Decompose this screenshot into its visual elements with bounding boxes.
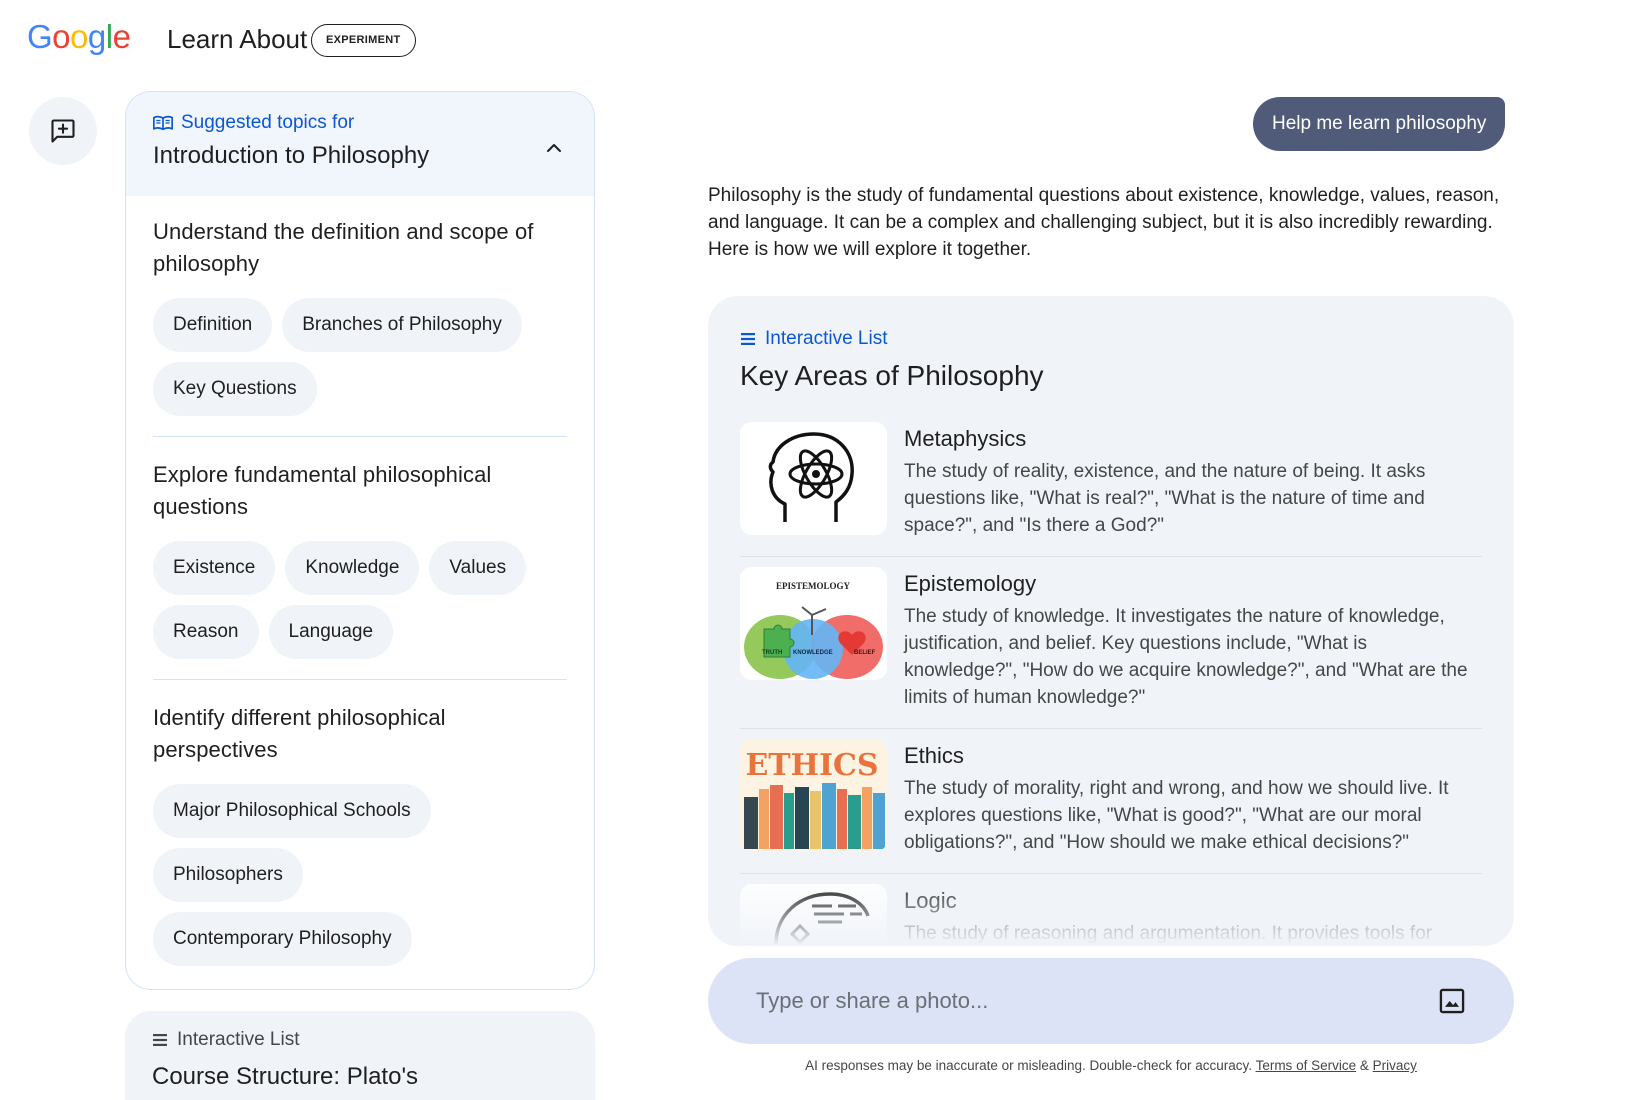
book-icon bbox=[153, 115, 173, 131]
chip-values[interactable]: Values bbox=[429, 541, 527, 595]
suggested-topics-body: Understand the definition and scope of p… bbox=[126, 196, 594, 986]
chip-reason[interactable]: Reason bbox=[153, 605, 259, 659]
item-description: The study of reality, existence, and the… bbox=[904, 461, 1426, 536]
chip-key-questions[interactable]: Key Questions bbox=[153, 362, 317, 416]
epistemology-thumbnail: EPISTEMOLOGY TRUTH KNOWLEDGE BELIEF bbox=[740, 567, 887, 680]
section-heading: Identify different philosophical perspec… bbox=[153, 705, 446, 762]
item-description: The study of morality, right and wrong, … bbox=[904, 778, 1449, 853]
thumb-label: BELIEF bbox=[854, 650, 876, 656]
privacy-link[interactable]: Privacy bbox=[1373, 1058, 1417, 1073]
interactive-list-title: Key Areas of Philosophy bbox=[740, 360, 1044, 391]
interactive-list-items: Metaphysics The study of reality, existe… bbox=[740, 412, 1482, 946]
suggested-topics-label: Suggested topics for bbox=[181, 112, 355, 133]
topic-section: Understand the definition and scope of p… bbox=[153, 216, 567, 437]
chip-language[interactable]: Language bbox=[268, 605, 394, 659]
logic-head-icon bbox=[774, 892, 870, 945]
chevron-up-icon[interactable] bbox=[542, 136, 566, 160]
item-name: Logic bbox=[904, 888, 957, 913]
section-heading: Understand the definition and scope of p… bbox=[153, 219, 534, 276]
experiment-badge: EXPERIMENT bbox=[311, 24, 416, 57]
ethics-thumbnail: ETHICS bbox=[740, 739, 887, 852]
logo-letter: o bbox=[52, 18, 71, 55]
chip-group: Major Philosophical Schools Philosophers… bbox=[153, 784, 567, 966]
message-input[interactable] bbox=[756, 980, 1406, 1022]
thumb-label: KNOWLEDGE bbox=[793, 650, 833, 656]
disclaimer-amp: & bbox=[1359, 1058, 1369, 1073]
item-description: The study of knowledge. It investigates … bbox=[904, 606, 1468, 708]
interactive-list-label: Interactive List bbox=[765, 328, 888, 349]
ethics-books-icon: ETHICS bbox=[744, 748, 885, 849]
new-chat-icon bbox=[51, 119, 75, 143]
chip-group: Definition Branches of Philosophy Key Qu… bbox=[153, 298, 567, 416]
user-message-bubble: Help me learn philosophy bbox=[1253, 97, 1506, 151]
section-heading: Explore fundamental philosophical questi… bbox=[153, 462, 492, 519]
interactive-list-card: Interactive List Key Areas of Philosophy… bbox=[708, 296, 1514, 946]
item-name: Ethics bbox=[904, 743, 964, 768]
disclaimer-text: AI responses may be inaccurate or mislea… bbox=[805, 1058, 1253, 1073]
logo-letter: e bbox=[112, 18, 131, 55]
suggested-topics-eyebrow: Suggested topics for bbox=[153, 112, 567, 134]
chip-group: Existence Knowledge Values Reason Langua… bbox=[153, 541, 567, 659]
chip-existence[interactable]: Existence bbox=[153, 541, 276, 595]
chip-major-philosophical-schools[interactable]: Major Philosophical Schools bbox=[153, 784, 431, 838]
item-name: Epistemology bbox=[904, 571, 1037, 596]
image-icon[interactable] bbox=[1438, 987, 1466, 1015]
suggested-topics-card: Suggested topics for Introduction to Phi… bbox=[125, 91, 595, 990]
chip-knowledge[interactable]: Knowledge bbox=[285, 541, 420, 595]
chip-contemporary-philosophy[interactable]: Contemporary Philosophy bbox=[153, 912, 412, 966]
thumb-title: EPISTEMOLOGY bbox=[776, 581, 851, 591]
google-logo[interactable]: Google bbox=[27, 18, 131, 56]
item-description: The study of reasoning and argumentation… bbox=[904, 923, 1433, 944]
thumb-label: TRUTH bbox=[762, 650, 782, 656]
chip-definition[interactable]: Definition bbox=[153, 298, 273, 352]
chip-branches-of-philosophy[interactable]: Branches of Philosophy bbox=[282, 298, 522, 352]
list-item-ethics[interactable]: ETHICS Ethics The study of morality, rig bbox=[740, 729, 1482, 874]
logo-letter: l bbox=[105, 18, 113, 55]
chip-philosophers[interactable]: Philosophers bbox=[153, 848, 303, 902]
logic-thumbnail bbox=[740, 884, 887, 946]
venn-diagram-icon: EPISTEMOLOGY TRUTH KNOWLEDGE BELIEF bbox=[744, 581, 883, 679]
new-chat-button[interactable] bbox=[29, 97, 97, 165]
course-eyebrow: Interactive List bbox=[152, 1029, 568, 1051]
message-composer bbox=[708, 958, 1514, 1044]
header: Google Learn About EXPERIMENT bbox=[0, 0, 1650, 82]
list-item-epistemology[interactable]: EPISTEMOLOGY TRUTH KNOWLEDGE BELIEF Epis… bbox=[740, 557, 1482, 729]
thumb-word: ETHICS bbox=[745, 748, 878, 783]
list-icon bbox=[741, 333, 755, 345]
disclaimer: AI responses may be inaccurate or mislea… bbox=[708, 1058, 1514, 1073]
interactive-list-eyebrow: Interactive List bbox=[740, 328, 1482, 350]
topic-section: Identify different philosophical perspec… bbox=[153, 702, 567, 986]
head-atom-icon bbox=[768, 432, 854, 522]
topic-title: Introduction to Philosophy bbox=[153, 142, 430, 169]
response-intro: Philosophy is the study of fundamental q… bbox=[708, 185, 1500, 260]
list-item-metaphysics[interactable]: Metaphysics The study of reality, existe… bbox=[740, 412, 1482, 557]
suggested-topics-header: Suggested topics for Introduction to Phi… bbox=[126, 92, 594, 196]
app-title: Learn About bbox=[167, 24, 308, 54]
terms-link[interactable]: Terms of Service bbox=[1256, 1058, 1357, 1073]
course-eyebrow-label: Interactive List bbox=[177, 1029, 300, 1050]
logo-letter: G bbox=[27, 18, 53, 55]
course-title: Course Structure: Plato's bbox=[152, 1063, 419, 1090]
list-item-logic[interactable]: Logic The study of reasoning and argumen… bbox=[740, 874, 1482, 946]
topic-section: Explore fundamental philosophical questi… bbox=[153, 459, 567, 680]
course-structure-card[interactable]: Interactive List Course Structure: Plato… bbox=[125, 1011, 595, 1100]
metaphysics-thumbnail bbox=[740, 422, 887, 535]
logo-letter: o bbox=[70, 18, 88, 55]
logo-letter: g bbox=[87, 18, 106, 55]
list-icon bbox=[153, 1034, 167, 1046]
item-name: Metaphysics bbox=[904, 426, 1027, 451]
